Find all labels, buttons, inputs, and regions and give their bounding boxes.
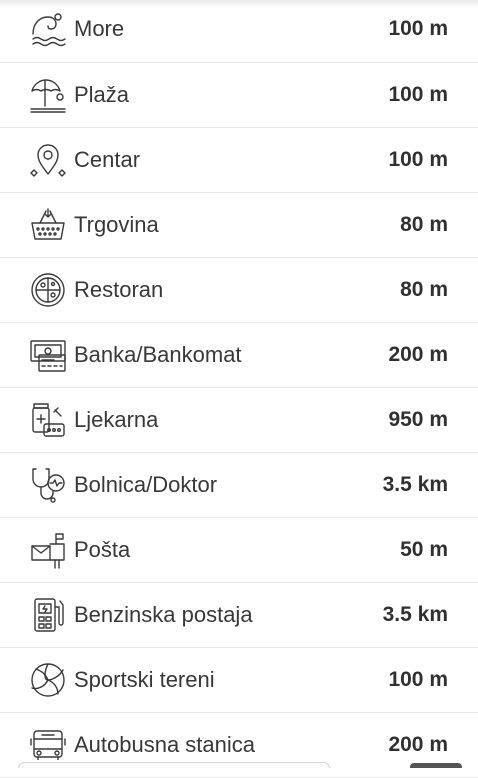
amenity-distance: 3.5 km bbox=[382, 603, 448, 626]
map-pin-icon bbox=[28, 140, 68, 180]
bottom-bar bbox=[0, 760, 478, 768]
atm-card-icon bbox=[28, 335, 68, 375]
amenity-label: Banka/Bankomat bbox=[74, 342, 242, 367]
volleyball-icon bbox=[28, 660, 68, 700]
amenity-distance: 200 m bbox=[388, 733, 448, 756]
pizza-plate-icon bbox=[28, 270, 68, 310]
amenity-label: Sportski tereni bbox=[74, 667, 215, 692]
amenity-label: Plaža bbox=[74, 82, 130, 107]
list-item-restaurant: Restoran 80 m bbox=[0, 258, 478, 323]
amenity-label: Ljekarna bbox=[74, 407, 159, 432]
amenity-label: Centar bbox=[74, 147, 141, 172]
amenity-label: More bbox=[74, 16, 125, 41]
list-item-beach: Plaža 100 m bbox=[0, 63, 478, 128]
amenities-list: More 100 m Plaža 100 m Centar 100 m Trgo… bbox=[0, 0, 478, 778]
amenity-distance: 100 m bbox=[388, 17, 448, 40]
amenity-distance: 100 m bbox=[388, 668, 448, 691]
top-scroll-shadow bbox=[0, 0, 478, 8]
amenity-label: Restoran bbox=[74, 277, 164, 302]
amenity-label: Pošta bbox=[74, 537, 131, 562]
list-item-more: More 100 m bbox=[0, 0, 478, 63]
amenity-distance: 80 m bbox=[400, 213, 448, 236]
amenity-distance: 50 m bbox=[400, 538, 448, 561]
home-indicator[interactable] bbox=[410, 763, 462, 768]
list-item-gas-station: Benzinska postaja 3.5 km bbox=[0, 583, 478, 648]
pharmacy-pills-icon bbox=[28, 400, 68, 440]
amenity-label: Benzinska postaja bbox=[74, 602, 253, 627]
amenity-label: Trgovina bbox=[74, 212, 159, 237]
amenity-distance: 950 m bbox=[388, 408, 448, 431]
amenity-distance: 3.5 km bbox=[382, 473, 448, 496]
beach-umbrella-icon bbox=[28, 75, 68, 115]
amenity-distance: 80 m bbox=[400, 278, 448, 301]
list-item-center: Centar 100 m bbox=[0, 128, 478, 193]
bus-icon bbox=[28, 725, 68, 765]
bottom-sheet-handle[interactable] bbox=[18, 762, 330, 768]
amenity-label: Autobusna stanica bbox=[74, 732, 256, 757]
list-item-shop: Trgovina 80 m bbox=[0, 193, 478, 258]
list-item-post: Pošta 50 m bbox=[0, 518, 478, 583]
stethoscope-icon bbox=[28, 465, 68, 505]
list-item-sports: Sportski tereni 100 m bbox=[0, 648, 478, 713]
amenity-distance: 200 m bbox=[388, 343, 448, 366]
mailbox-icon bbox=[28, 530, 68, 570]
list-item-bus-station: Autobusna stanica 200 m bbox=[0, 713, 478, 778]
amenity-distance: 100 m bbox=[388, 148, 448, 171]
list-item-pharmacy: Ljekarna 950 m bbox=[0, 388, 478, 453]
fuel-pump-icon bbox=[28, 595, 68, 635]
amenity-label: Bolnica/Doktor bbox=[74, 472, 218, 497]
sea-waves-icon bbox=[28, 9, 68, 49]
list-item-hospital: Bolnica/Doktor 3.5 km bbox=[0, 453, 478, 518]
shopping-basket-icon bbox=[28, 205, 68, 245]
amenity-distance: 100 m bbox=[388, 83, 448, 106]
list-item-bank: Banka/Bankomat 200 m bbox=[0, 323, 478, 388]
